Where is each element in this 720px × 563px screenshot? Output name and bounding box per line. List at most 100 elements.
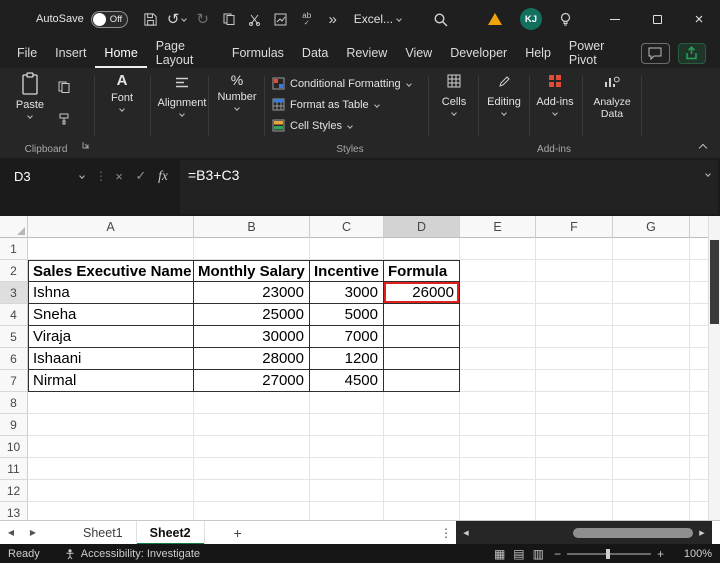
row-header-9[interactable]: 9 — [0, 414, 28, 436]
cell-C6[interactable]: 1200 — [310, 348, 384, 370]
maximize-button[interactable] — [636, 0, 678, 38]
sheet-options-icon[interactable]: ⋮ — [436, 526, 456, 540]
cell-G3[interactable] — [613, 282, 690, 304]
row-header-5[interactable]: 5 — [0, 326, 28, 348]
tab-formulas[interactable]: Formulas — [223, 38, 293, 68]
insert-function-button[interactable]: fx — [152, 168, 174, 184]
cell-E8[interactable] — [460, 392, 536, 414]
column-header-G[interactable]: G — [613, 216, 690, 238]
row-header-7[interactable]: 7 — [0, 370, 28, 392]
formula-input[interactable]: =B3+C3 — [180, 160, 718, 214]
cell-B11[interactable] — [194, 458, 310, 480]
cell-E12[interactable] — [460, 480, 536, 502]
hscroll-left-icon[interactable]: ◀ — [461, 529, 471, 537]
row-header-3[interactable]: 3 — [0, 282, 28, 304]
collapse-ribbon-icon[interactable] — [699, 144, 707, 152]
cell-A11[interactable] — [28, 458, 194, 480]
cell-B6[interactable]: 28000 — [194, 348, 310, 370]
paste-button[interactable]: Paste — [6, 72, 54, 136]
cells-group-button[interactable]: Cells — [432, 72, 476, 115]
tab-page-layout[interactable]: Page Layout — [147, 38, 223, 68]
copy-ribbon-button[interactable] — [58, 80, 70, 98]
cell-C3[interactable]: 3000 — [310, 282, 384, 304]
tab-sheet2[interactable]: Sheet2 — [137, 521, 205, 545]
column-header-E[interactable]: E — [460, 216, 536, 238]
cell-C10[interactable] — [310, 436, 384, 458]
zoom-in-icon[interactable]: + — [657, 547, 664, 561]
cell-D3[interactable]: 26000 — [384, 282, 460, 304]
cell-F4[interactable] — [536, 304, 613, 326]
cell-E11[interactable] — [460, 458, 536, 480]
cell-B2[interactable]: Monthly Salary — [194, 260, 310, 282]
cell-E7[interactable] — [460, 370, 536, 392]
cell-E10[interactable] — [460, 436, 536, 458]
cell-B3[interactable]: 23000 — [194, 282, 310, 304]
cell-G7[interactable] — [613, 370, 690, 392]
cell-F12[interactable] — [536, 480, 613, 502]
cell-C7[interactable]: 4500 — [310, 370, 384, 392]
column-header-F[interactable]: F — [536, 216, 613, 238]
cell-D6[interactable] — [384, 348, 460, 370]
row-header-4[interactable]: 4 — [0, 304, 28, 326]
cell-A12[interactable] — [28, 480, 194, 502]
alignment-group-button[interactable]: Alignment — [154, 72, 210, 116]
cell-C12[interactable] — [310, 480, 384, 502]
horizontal-scrollbar[interactable]: ◀ ▶ — [456, 521, 712, 545]
cell-D1[interactable] — [384, 238, 460, 260]
tab-help[interactable]: Help — [516, 38, 560, 68]
new-sheet-button[interactable]: + — [225, 525, 251, 541]
column-header-B[interactable]: B — [194, 216, 310, 238]
cell-G1[interactable] — [613, 238, 690, 260]
font-group-button[interactable]: A Font — [98, 72, 146, 111]
row-header-10[interactable]: 10 — [0, 436, 28, 458]
cell-B9[interactable] — [194, 414, 310, 436]
cell-B5[interactable]: 30000 — [194, 326, 310, 348]
cell-D8[interactable] — [384, 392, 460, 414]
format-painter-button[interactable] — [58, 112, 70, 130]
cell-F7[interactable] — [536, 370, 613, 392]
cell-B13[interactable] — [194, 502, 310, 520]
zoom-slider-thumb[interactable] — [606, 549, 610, 559]
tab-view[interactable]: View — [396, 38, 441, 68]
page-break-view-icon[interactable]: ▥ — [533, 547, 544, 561]
cell-A5[interactable]: Viraja — [28, 326, 194, 348]
warning-icon[interactable] — [488, 13, 502, 25]
cell-C5[interactable]: 7000 — [310, 326, 384, 348]
cell-A6[interactable]: Ishaani — [28, 348, 194, 370]
clipboard-dialog-launcher-icon[interactable] — [82, 136, 90, 154]
minimize-button[interactable] — [594, 0, 636, 38]
title-dropdown-icon[interactable] — [396, 16, 402, 22]
cell-A4[interactable]: Sneha — [28, 304, 194, 326]
tab-file[interactable]: File — [8, 38, 46, 68]
cell-B10[interactable] — [194, 436, 310, 458]
column-header-D[interactable]: D — [384, 216, 460, 238]
tab-power-pivot[interactable]: Power Pivot — [560, 38, 633, 68]
chart-button[interactable] — [270, 6, 292, 32]
enter-button[interactable]: ✓ — [130, 168, 152, 184]
autosave-toggle[interactable]: Off — [91, 11, 128, 28]
tab-insert[interactable]: Insert — [46, 38, 95, 68]
expand-formula-bar-icon[interactable] — [705, 171, 711, 177]
hscroll-right-icon[interactable]: ▶ — [697, 529, 707, 537]
zoom-out-icon[interactable]: − — [554, 547, 561, 561]
cell-D12[interactable] — [384, 480, 460, 502]
cell-G12[interactable] — [613, 480, 690, 502]
cell-F10[interactable] — [536, 436, 613, 458]
cell-D11[interactable] — [384, 458, 460, 480]
tab-sheet1[interactable]: Sheet1 — [70, 521, 137, 545]
cell-G2[interactable] — [613, 260, 690, 282]
avatar[interactable]: KJ — [520, 8, 542, 30]
cell-E9[interactable] — [460, 414, 536, 436]
cell-A8[interactable] — [28, 392, 194, 414]
cell-F1[interactable] — [536, 238, 613, 260]
cell-D9[interactable] — [384, 414, 460, 436]
cell-C2[interactable]: Incentive — [310, 260, 384, 282]
addins-button[interactable]: Add-ins — [532, 72, 578, 115]
tips-button[interactable] — [554, 6, 576, 32]
cell-D2[interactable]: Formula — [384, 260, 460, 282]
cell-B4[interactable]: 25000 — [194, 304, 310, 326]
hscroll-thumb[interactable] — [573, 528, 693, 538]
cell-C1[interactable] — [310, 238, 384, 260]
search-button[interactable] — [430, 6, 452, 32]
column-header-A[interactable]: A — [28, 216, 194, 238]
